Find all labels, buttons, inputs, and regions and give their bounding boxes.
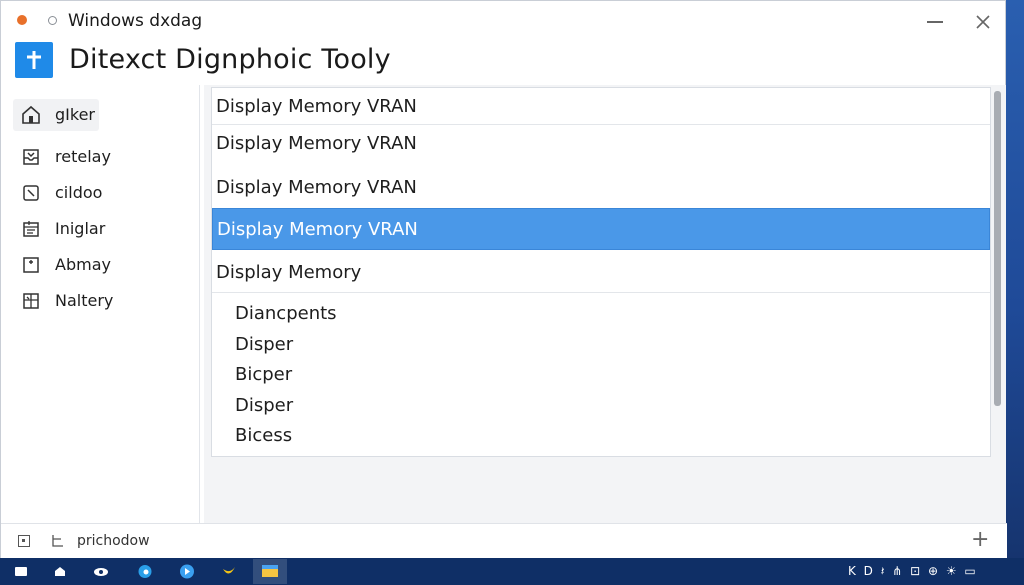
list-row[interactable]: Display Memory VRAN <box>212 167 990 207</box>
sidebar-item-label: Abmay <box>55 255 111 274</box>
sidebar-item-5[interactable]: Naltery <box>13 285 113 317</box>
row-label: Display Memory VRAN <box>216 133 417 154</box>
status-dot-icon <box>17 15 27 25</box>
sidebar-item-4[interactable]: Abmay <box>13 249 111 281</box>
add-icon[interactable]: + <box>971 529 989 551</box>
sidebar-item-label: gIker <box>55 105 95 124</box>
sidebar-item-label: Iniglar <box>55 219 106 238</box>
inbox-icon <box>23 149 39 165</box>
explorer-icon[interactable] <box>253 559 287 584</box>
list-subitem[interactable]: Bicess <box>235 425 292 446</box>
home-icon[interactable] <box>51 563 69 580</box>
memory-list: Display Memory VRAN Display Memory VRAN … <box>211 87 991 457</box>
list-subitem[interactable]: Disper <box>235 395 293 416</box>
list-subitem[interactable]: Disper <box>235 334 293 355</box>
row-label: Display Memory VRAN <box>216 96 417 117</box>
eye-icon[interactable] <box>92 563 110 580</box>
list-row[interactable]: Display Memory <box>212 250 990 293</box>
list-row-selected[interactable]: Display Memory VRAN <box>212 208 990 250</box>
title-bar: Windows dxdag <box>1 1 1005 41</box>
sidebar-item-3[interactable]: Iniglar <box>13 213 105 245</box>
home-icon <box>22 105 40 124</box>
sidebar-item-label: Naltery <box>55 291 114 310</box>
store-icon[interactable] <box>178 563 196 580</box>
system-tray[interactable]: K D 𝄽 ⋔ ⊡ ⊕ ☀ ▭ <box>848 564 978 579</box>
frame-icon[interactable] <box>18 535 30 547</box>
edge-icon[interactable] <box>136 563 154 580</box>
status-bar: prichodow + <box>1 523 1007 560</box>
vertical-scrollbar[interactable] <box>994 91 1001 406</box>
list-row[interactable]: Display Memory VRAN <box>212 125 990 163</box>
bracket-icon[interactable] <box>52 534 64 547</box>
close-icon <box>976 15 990 29</box>
sidebar-item-0[interactable]: gIker <box>13 99 99 131</box>
image-icon <box>23 257 39 273</box>
close-button[interactable] <box>968 9 998 35</box>
list-row[interactable]: Display Memory VRAN <box>212 88 990 125</box>
ring-icon <box>48 16 57 25</box>
row-label: Display Memory VRAN <box>216 177 417 198</box>
banana-icon[interactable] <box>220 563 238 580</box>
minimize-button[interactable] <box>920 9 950 35</box>
dxdiag-window: Windows dxdag Ditexct Dignphoic Tooly gI… <box>0 0 1007 560</box>
document-icon <box>23 221 39 237</box>
row-label: Display Memory VRAN <box>217 219 418 240</box>
main-pane: Display Memory VRAN Display Memory VRAN … <box>204 85 1006 523</box>
display-icon <box>23 185 39 201</box>
row-label: Display Memory <box>216 262 362 283</box>
sidebar-item-label: cildoo <box>55 183 103 202</box>
sidebar: gIker retelay cildoo Iniglar Abmay Nalte… <box>1 85 200 523</box>
list-subitem[interactable]: Diancpents <box>235 303 337 324</box>
app-title: Ditexct Dignphoic Tooly <box>69 44 391 75</box>
start-icon[interactable] <box>12 563 30 580</box>
sidebar-item-1[interactable]: retelay <box>13 141 111 173</box>
list-subitem[interactable]: Bicper <box>235 364 292 385</box>
status-text: prichodow <box>77 533 150 549</box>
sidebar-item-2[interactable]: cildoo <box>13 177 103 209</box>
app-logo-icon <box>15 42 53 78</box>
taskbar: K D 𝄽 ⋔ ⊡ ⊕ ☀ ▭ <box>0 558 1024 585</box>
grid-icon <box>23 293 39 309</box>
window-title: Windows dxdag <box>68 11 203 31</box>
sidebar-item-label: retelay <box>55 147 111 166</box>
